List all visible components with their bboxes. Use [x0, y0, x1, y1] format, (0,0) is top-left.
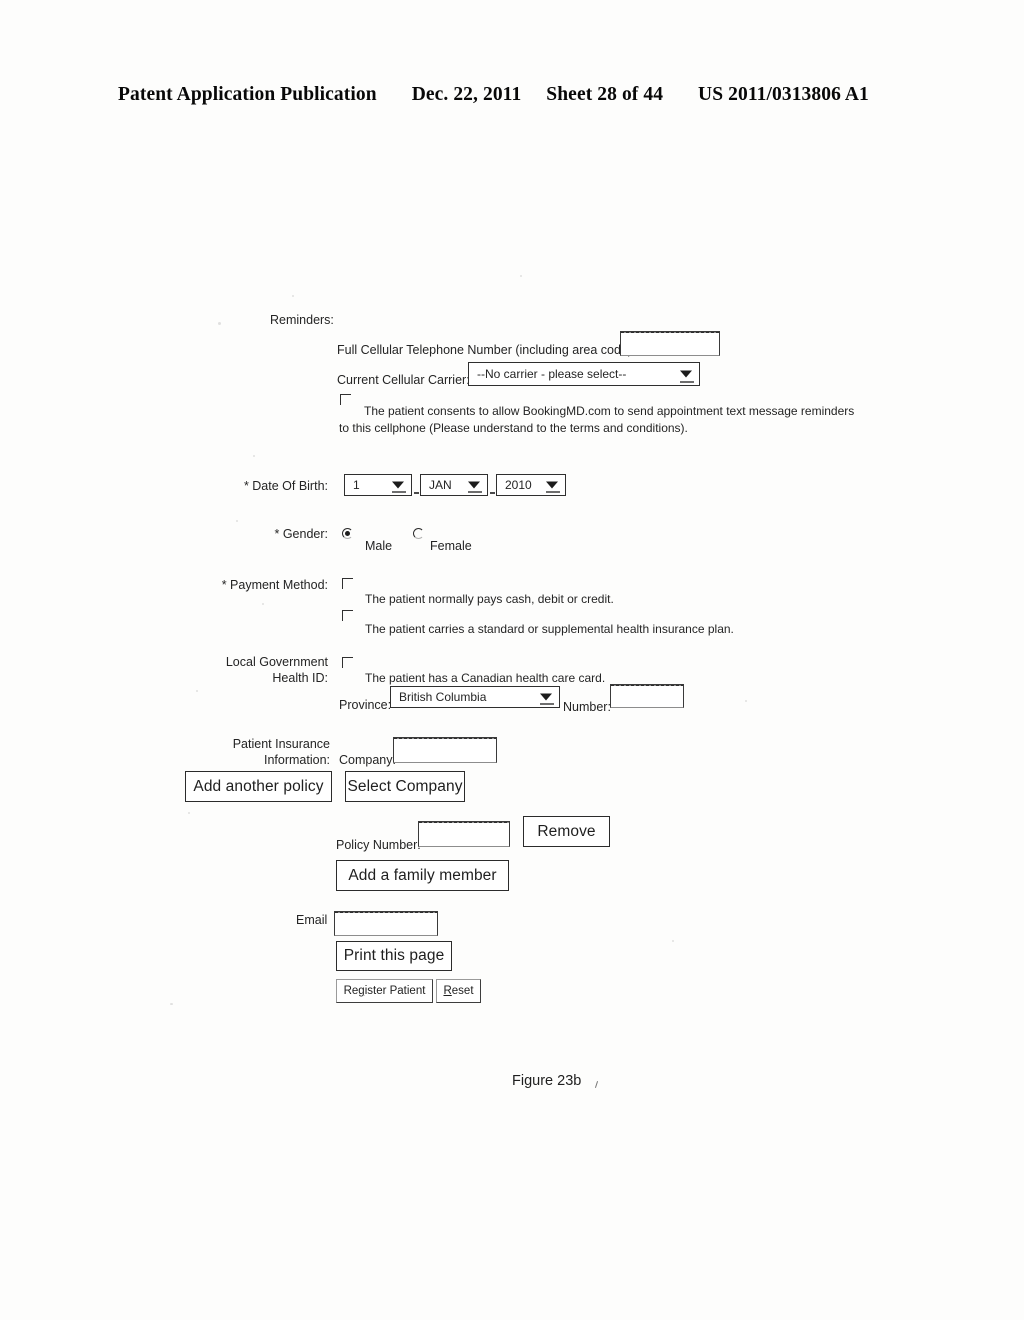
chevron-down-icon [546, 481, 558, 489]
health-id-label-line2: Health ID: [272, 671, 328, 685]
email-label: Email [296, 913, 328, 927]
add-another-policy-button[interactable]: Add another policy [185, 771, 332, 802]
cellular-carrier-value: --No carrier - please select-- [477, 367, 627, 381]
dob-separator [490, 492, 495, 494]
gender-male-label: Male [365, 539, 393, 553]
scan-speck [253, 455, 255, 457]
page-background [0, 0, 1024, 1320]
dob-separator [414, 492, 419, 494]
header-publication: Patent Application Publication [118, 84, 377, 105]
add-family-member-button[interactable]: Add a family member [336, 860, 509, 891]
gender-label: * Gender: [274, 527, 328, 541]
payment-cash-checkbox[interactable] [342, 578, 353, 589]
gender-female-label: Female [430, 539, 472, 553]
register-label-post: ister Patient [364, 985, 426, 997]
header-patent-number: US 2011/0313806 A1 [698, 84, 869, 105]
company-label: Company: [339, 753, 396, 767]
policy-number-input[interactable] [418, 821, 510, 847]
cellular-carrier-select[interactable]: --No carrier - please select-- [468, 362, 700, 386]
cell-phone-input[interactable] [620, 331, 720, 356]
scan-speck [672, 940, 674, 942]
scan-speck [292, 295, 294, 297]
sms-consent-text: The patient consents to allow BookingMD.… [339, 403, 864, 437]
scan-speck [188, 812, 190, 814]
scan-speck [170, 1003, 173, 1005]
dob-year-select[interactable]: 2010 [496, 474, 566, 496]
dob-year-value: 2010 [505, 478, 532, 492]
dropdown-arrow-base [468, 491, 482, 493]
health-id-label-line1: Local Government [225, 655, 328, 669]
figure-caption: Figure 23b [512, 1073, 582, 1089]
select-company-button[interactable]: Select Company [345, 771, 465, 802]
remove-policy-button[interactable]: Remove [523, 816, 610, 847]
company-input[interactable] [393, 737, 497, 763]
gender-female-radio[interactable] [413, 528, 424, 539]
insurance-label-line1: Patient Insurance [232, 737, 330, 751]
province-select[interactable]: British Columbia [390, 686, 560, 708]
print-page-button[interactable]: Print this page [336, 941, 452, 971]
scan-speck [196, 690, 198, 692]
payment-cash-label: The patient normally pays cash, debit or… [365, 592, 614, 606]
dropdown-arrow-base [680, 381, 694, 383]
reset-button[interactable]: Reset [436, 979, 481, 1003]
dob-month-value: JAN [429, 478, 452, 492]
dropdown-arrow-base [546, 491, 560, 493]
header-sheet: Sheet 28 of 44 [546, 84, 664, 105]
payment-insurance-label: The patient carries a standard or supple… [365, 622, 734, 636]
province-value: British Columbia [399, 690, 487, 704]
chevron-down-icon [392, 481, 404, 489]
province-label: Province: [339, 698, 392, 712]
health-number-input[interactable] [610, 684, 684, 708]
reset-label-post: eset [451, 985, 474, 997]
chevron-down-icon [540, 693, 552, 701]
patent-header: Patent Application Publication Dec. 22, … [118, 84, 908, 106]
carrier-label: Current Cellular Carrier: [337, 373, 470, 387]
insurance-label-line2: Information: [263, 753, 330, 767]
reminders-label: Reminders: [270, 313, 334, 327]
reset-label-accel: R [443, 985, 452, 997]
scan-speck [745, 700, 747, 702]
canadian-health-card-checkbox[interactable] [342, 657, 353, 668]
register-label-pre: Re [343, 985, 359, 997]
header-date: Dec. 22, 2011 [411, 84, 522, 105]
chevron-down-icon [680, 370, 692, 378]
dob-month-select[interactable]: JAN [420, 474, 488, 496]
payment-insurance-checkbox[interactable] [342, 610, 353, 621]
dob-day-value: 1 [353, 478, 360, 492]
scan-speck [218, 322, 221, 325]
gender-male-radio[interactable] [342, 528, 353, 539]
sms-consent-line2: this cellphone (Please understand to the… [352, 421, 688, 435]
email-input[interactable] [334, 911, 438, 936]
scan-speck [262, 603, 264, 605]
scan-speck [236, 520, 238, 522]
cell-phone-label: Full Cellular Telephone Number (includin… [337, 343, 636, 357]
policy-number-label: Policy Number: [336, 838, 421, 852]
health-number-label: Number: [563, 700, 611, 714]
payment-method-label: * Payment Method: [221, 578, 328, 592]
register-patient-button[interactable]: Re g ister Patient [336, 979, 433, 1003]
dob-label: * Date Of Birth: [243, 479, 328, 493]
canadian-health-card-label: The patient has a Canadian health care c… [365, 671, 606, 685]
dob-day-select[interactable]: 1 [344, 474, 412, 496]
dropdown-arrow-base [540, 703, 554, 705]
dropdown-arrow-base [392, 491, 406, 493]
scan-speck [520, 275, 522, 277]
chevron-down-icon [468, 481, 480, 489]
